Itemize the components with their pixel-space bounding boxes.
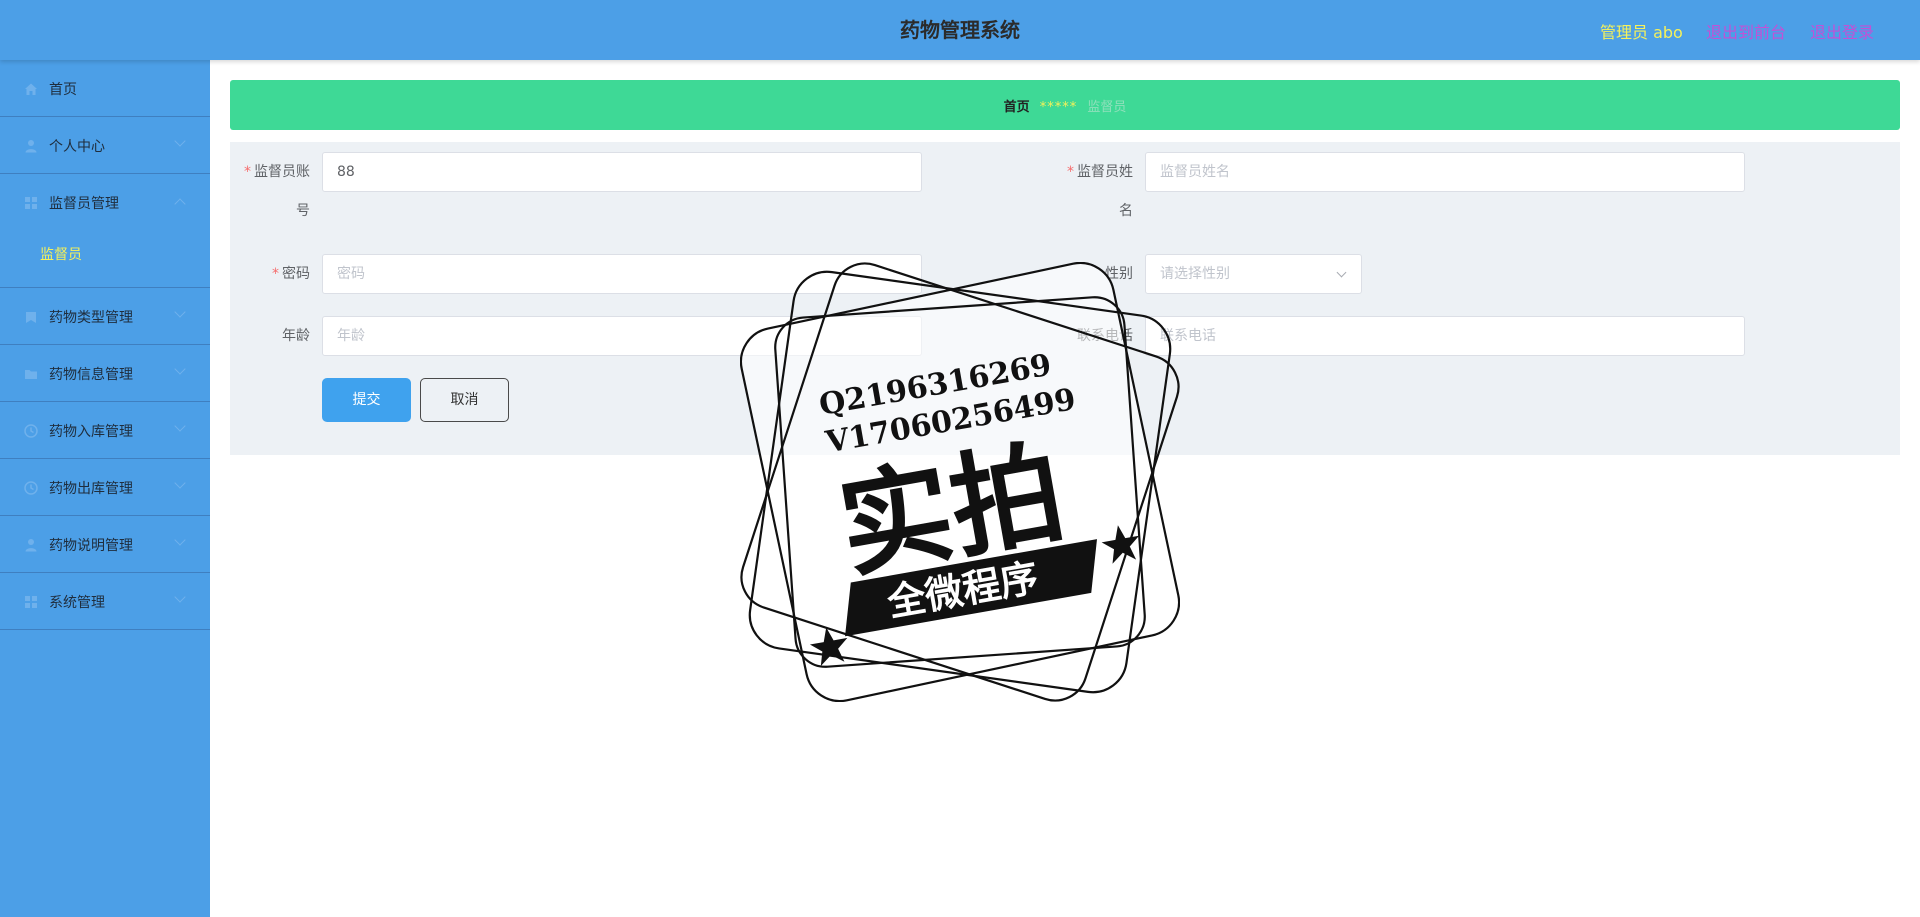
chevron-down-icon	[174, 306, 186, 318]
sidebar-item-drug-outbound-management[interactable]: 药物出库管理	[0, 459, 210, 516]
sidebar-item-label: 个人中心	[49, 139, 105, 155]
sidebar-item-label: 药物类型管理	[49, 310, 133, 326]
age-label: 年龄	[282, 328, 310, 344]
sidebar-item-label: 药物信息管理	[49, 367, 133, 383]
chevron-down-icon	[174, 420, 186, 432]
phone-input[interactable]: 联系电话	[1145, 316, 1745, 356]
sidebar-item-drug-info-management[interactable]: 药物信息管理	[0, 345, 210, 402]
grid-icon	[25, 596, 37, 608]
grid-icon	[25, 197, 37, 209]
sidebar: 首页 个人中心 监督员管理 监督员 药物类型管理 药物信息管理 药物入库管理 药…	[0, 60, 210, 917]
breadcrumb-current: 监督员	[1087, 100, 1127, 115]
chevron-down-icon	[174, 135, 186, 147]
clock-icon	[24, 424, 38, 438]
folder-icon	[25, 370, 37, 379]
name-label: * 监督员姓	[1067, 164, 1133, 180]
user-icon	[25, 140, 37, 153]
bookmark-icon	[26, 312, 36, 323]
breadcrumb: 首页 ***** 监督员	[230, 80, 1900, 130]
account-label-wrap: 号	[296, 203, 310, 219]
gender-select-value: 请选择性别	[1160, 266, 1230, 282]
sidebar-subitem-supervisor[interactable]: 监督员	[0, 231, 210, 288]
phone-label: 联系电话	[1077, 328, 1133, 344]
user-icon	[25, 539, 37, 552]
sidebar-item-drug-instruction-management[interactable]: 药物说明管理	[0, 516, 210, 573]
sidebar-subitem-label: 监督员	[40, 247, 82, 263]
sidebar-item-label: 药物入库管理	[49, 424, 133, 440]
sidebar-item-label: 首页	[49, 82, 77, 98]
sidebar-item-label: 系统管理	[49, 595, 105, 611]
account-input[interactable]: 88	[322, 152, 922, 192]
gender-label: 性别	[1105, 266, 1133, 282]
chevron-up-icon	[174, 198, 186, 210]
chevron-down-icon	[174, 591, 186, 603]
cancel-button[interactable]: 取消	[420, 378, 509, 422]
home-icon	[25, 83, 37, 95]
sidebar-item-personal-center[interactable]: 个人中心	[0, 117, 210, 174]
age-input[interactable]: 年龄	[322, 316, 922, 356]
sidebar-item-label: 监督员管理	[49, 196, 119, 212]
breadcrumb-separator: *****	[1039, 100, 1078, 115]
password-input[interactable]: 密码	[322, 254, 922, 294]
chevron-down-icon	[174, 363, 186, 375]
clock-icon	[24, 481, 38, 495]
sidebar-item-supervisor-management[interactable]: 监督员管理	[0, 174, 210, 231]
chevron-down-icon	[174, 477, 186, 489]
current-user-label: 管理员 abo	[1600, 23, 1683, 42]
sidebar-item-drug-type-management[interactable]: 药物类型管理	[0, 288, 210, 345]
sidebar-item-home[interactable]: 首页	[0, 60, 210, 117]
sidebar-item-drug-inbound-management[interactable]: 药物入库管理	[0, 402, 210, 459]
sidebar-item-label: 药物说明管理	[49, 538, 133, 554]
gender-select[interactable]: 请选择性别	[1145, 254, 1362, 294]
chevron-down-icon	[174, 534, 186, 546]
exit-to-frontend-link[interactable]: 退出到前台	[1706, 19, 1786, 43]
password-label: * 密码	[272, 266, 310, 282]
chevron-down-icon	[1336, 267, 1347, 278]
sidebar-item-system-management[interactable]: 系统管理	[0, 573, 210, 630]
name-label-wrap: 名	[1119, 203, 1133, 219]
top-header: 药物管理系统 管理员 abo 退出到前台 退出登录	[0, 0, 1920, 60]
name-input[interactable]: 监督员姓名	[1145, 152, 1745, 192]
submit-button[interactable]: 提交	[322, 378, 411, 422]
breadcrumb-home[interactable]: 首页	[1004, 100, 1030, 115]
account-label: * 监督员账	[244, 164, 310, 180]
supervisor-form: * 监督员账 号 88 * 监督员姓 名 监督员姓名 * 密码 密码 性别 请选择性别…	[230, 142, 1900, 455]
sidebar-item-label: 药物出库管理	[49, 481, 133, 497]
logout-link[interactable]: 退出登录	[1810, 19, 1874, 43]
watermark-ribbon: 全微程序	[883, 555, 1041, 625]
